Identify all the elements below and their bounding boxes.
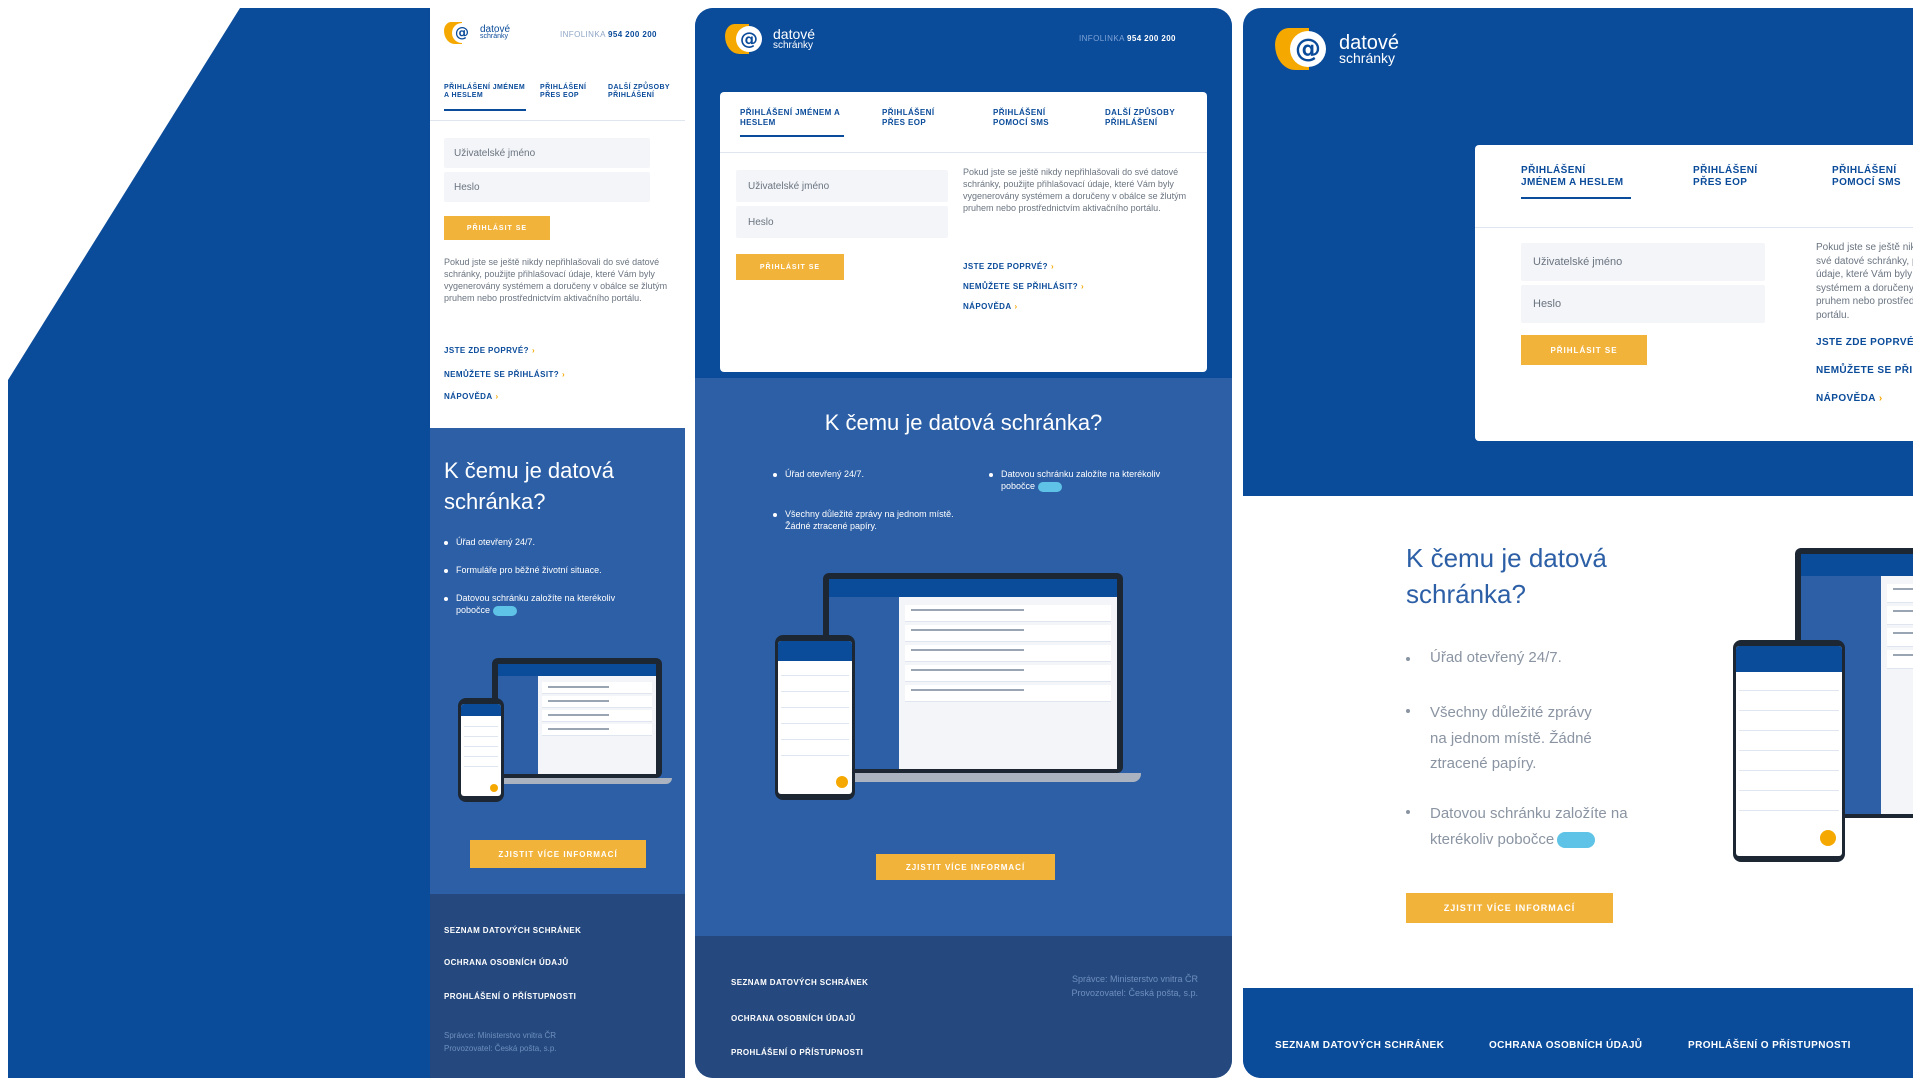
tablet-mockup: @ datové schránky INFOLINKA 954 200 200 … (695, 8, 1232, 1078)
tab-login-eop[interactable]: PŘIHLÁŠENÍ PŘES EOP (1693, 165, 1773, 189)
link-cannot-login[interactable]: NEMŮŽETE SE PŘIHLÁSIT?› (1816, 365, 1913, 376)
tablet-login-card: PŘIHLÁŠENÍ JMÉNEM A HESLEM PŘIHLÁŠENÍ PŘ… (720, 92, 1207, 372)
bullet-forms: Formuláře pro běžné životní situace. (444, 564, 666, 576)
bullet-messages: Všechny důležité zprávy na jednom místě.… (773, 508, 975, 532)
brand-line2: schránky (1339, 49, 1396, 66)
infolinka-label: INFOLINKA (1079, 34, 1125, 43)
footer-administrator: Správce: Ministerstvo vnitra ČR (1071, 974, 1198, 984)
password-field[interactable]: Heslo (1521, 285, 1765, 323)
infolinka-label: INFOLINKA (560, 30, 606, 39)
desktop-footer: SEZNAM DATOVÝCH SCHRÁNEK OCHRANA OSOBNÍC… (1243, 988, 1913, 1078)
mobile-footer: SEZNAM DATOVÝCH SCHRÁNEK OCHRANA OSOBNÍC… (430, 894, 685, 1078)
footer-notes: Správce: Ministerstvo vnitra ČR Provozov… (1071, 972, 1198, 1001)
brand-line2: schránky (480, 33, 509, 41)
more-info-button[interactable]: ZJISTIT VÍCE INFORMACÍ (470, 840, 646, 868)
link-first-time[interactable]: JSTE ZDE POPRVÉ?› (1816, 337, 1913, 348)
about-heading: K čemu je datová schránka? (824, 410, 1103, 435)
footer-link-accessibility[interactable]: PROHLÁŠENÍ O PŘÍSTUPNOSTI (731, 1048, 863, 1057)
footer-administrator: Správce: Ministerstvo vnitra ČR (444, 1031, 557, 1040)
link-help[interactable]: NÁPOVĚDA › (444, 392, 499, 401)
tab-login-name[interactable]: PŘIHLÁŠENÍ JMÉNEM A HESLEM (1521, 165, 1631, 199)
footer-operator: Provozovatel: Česká pošta, s.p. (444, 1043, 557, 1053)
infolinka-number: 954 200 200 (608, 30, 657, 39)
login-button[interactable]: PŘIHLÁSIT SE (736, 254, 844, 280)
username-field[interactable]: Uživatelské jméno (736, 170, 948, 202)
brand-line2: schránky (773, 39, 814, 51)
more-info-button[interactable]: ZJISTIT VÍCE INFORMACÍ (1406, 893, 1613, 923)
tab-login-eop[interactable]: PŘIHLÁŠENÍ PŘES EOP (882, 108, 952, 127)
tablet-footer: SEZNAM DATOVÝCH SCHRÁNEK OCHRANA OSOBNÍC… (695, 936, 1232, 1078)
czech-point-pill-icon (493, 605, 518, 616)
desktop-about-section: K čemu je datová schránka? Úřad otevřený… (1243, 496, 1913, 988)
link-first-time[interactable]: JSTE ZDE POPRVÉ?› (444, 346, 535, 355)
showcase-canvas: @ datové schránky INFOLINKA 954 200 200 … (0, 0, 1913, 1078)
czech-point-pill-icon (1038, 481, 1063, 492)
login-button[interactable]: PŘIHLÁSIT SE (444, 216, 550, 240)
footer-notes: Správce: Ministerstvo vnitra ČR Provozov… (444, 1030, 557, 1056)
link-cannot-login[interactable]: NEMŮŽETE SE PŘIHLÁSIT?› (444, 370, 565, 379)
login-button[interactable]: PŘIHLÁSIT SE (1521, 335, 1647, 365)
czech-point-pill-icon (1557, 831, 1596, 848)
desktop-login-card: PŘIHLÁŠENÍ JMÉNEM A HESLEM PŘIHLÁŠENÍ PŘ… (1475, 145, 1913, 441)
footer-link-list[interactable]: SEZNAM DATOVÝCH SCHRÁNEK (1275, 1040, 1444, 1051)
desktop-mockup: @ datové schránky PŘIHLÁŠENÍ JMÉNEM A HE… (1243, 8, 1913, 1078)
password-field[interactable]: Heslo (736, 206, 948, 238)
bullet-messages: Všechny důležité zprávy na jednom místě.… (1406, 700, 1600, 777)
bullet-office: Úřad otevřený 24/7. (1406, 648, 1650, 668)
login-info-text: Pokud jste se ještě nikdy nepřihlašovali… (963, 167, 1187, 214)
tablet-logo[interactable]: @ datové schránky (725, 24, 815, 54)
link-help[interactable]: NÁPOVĚDA › (1816, 393, 1883, 404)
username-field[interactable]: Uživatelské jméno (1521, 243, 1765, 281)
device-illustration (775, 573, 1155, 808)
more-info-button[interactable]: ZJISTIT VÍCE INFORMACÍ (876, 854, 1055, 880)
footer-link-privacy[interactable]: OCHRANA OSOBNÍCH ÚDAJŮ (731, 1014, 856, 1023)
footer-link-list[interactable]: SEZNAM DATOVÝCH SCHRÁNEK (444, 926, 581, 935)
device-illustration (1733, 548, 1913, 868)
at-sign-logo-icon: @ (1275, 28, 1333, 70)
brand-line1: datové (773, 26, 816, 43)
mobile-infolinka[interactable]: INFOLINKA 954 200 200 (560, 30, 657, 39)
tab-login-sms[interactable]: PŘIHLÁŠENÍ POMOCÍ SMS (993, 108, 1073, 127)
tab-login-other[interactable]: DALŠÍ ZPŮSOBY PŘIHLÁŠENÍ (608, 84, 680, 101)
bullet-branch: Datovou schránku založíte na kterékoliv … (444, 592, 616, 616)
brand-line1: datové (1339, 31, 1400, 54)
desktop-logo[interactable]: @ datové schránky (1275, 28, 1399, 70)
bullet-office: Úřad otevřený 24/7. (773, 468, 945, 480)
footer-link-accessibility[interactable]: PROHLÁŠENÍ O PŘÍSTUPNOSTI (444, 992, 576, 1001)
password-field[interactable]: Heslo (444, 172, 650, 202)
infolinka-number: 954 200 200 (1127, 34, 1176, 43)
about-heading: K čemu je datová schránka? (1406, 543, 1607, 610)
footer-operator: Provozovatel: Česká pošta, s.p. (1071, 988, 1198, 999)
tab-login-name[interactable]: PŘIHLÁŠENÍ JMÉNEM A HESLEM (740, 108, 844, 138)
tab-login-sms[interactable]: PŘIHLÁŠENÍ POMOCÍ SMS (1832, 165, 1912, 189)
link-first-time[interactable]: JSTE ZDE POPRVÉ?› (963, 262, 1054, 271)
login-info-text: Pokud jste se ještě nikdy nepřihlašovali… (1816, 242, 1913, 321)
mobile-logo[interactable]: @ datové schránky (444, 22, 510, 44)
tab-login-other[interactable]: DALŠÍ ZPŮSOBY PŘIHLÁŠENÍ (1105, 108, 1195, 127)
mobile-mockup: @ datové schránky INFOLINKA 954 200 200 … (430, 8, 685, 1078)
bullet-office: Úřad otevřený 24/7. (444, 536, 666, 548)
device-illustration (446, 658, 672, 806)
at-sign-logo-icon: @ (725, 24, 767, 54)
mobile-tabs: PŘIHLÁŠENÍ JMÉNEM A HESLEM PŘIHLÁŠENÍ PŘ… (430, 74, 685, 121)
at-sign-logo-icon: @ (444, 22, 474, 44)
about-heading: K čemu je datová schránka? (444, 458, 614, 514)
footer-link-privacy[interactable]: OCHRANA OSOBNÍCH ÚDAJŮ (444, 958, 569, 967)
mobile-login-card: @ datové schránky INFOLINKA 954 200 200 … (430, 8, 685, 428)
tab-login-eop[interactable]: PŘIHLÁŠENÍ PŘES EOP (540, 84, 596, 101)
username-field[interactable]: Uživatelské jméno (444, 138, 650, 168)
footer-link-list[interactable]: SEZNAM DATOVÝCH SCHRÁNEK (731, 978, 868, 987)
link-cannot-login[interactable]: NEMŮŽETE SE PŘIHLÁSIT?› (963, 282, 1084, 291)
bullet-branch: Datovou schránku založíte na kterékoliv … (1406, 801, 1650, 852)
bullet-branch: Datovou schránku založíte na kterékoliv … (989, 468, 1171, 492)
tablet-infolinka[interactable]: INFOLINKA 954 200 200 (1079, 34, 1176, 43)
footer-link-privacy[interactable]: OCHRANA OSOBNÍCH ÚDAJŮ (1489, 1040, 1642, 1051)
footer-link-accessibility[interactable]: PROHLÁŠENÍ O PŘÍSTUPNOSTI (1688, 1040, 1851, 1051)
login-info-text: Pokud jste se ještě nikdy nepřihlašovali… (444, 257, 668, 304)
tab-login-name[interactable]: PŘIHLÁŠENÍ JMÉNEM A HESLEM (444, 84, 526, 111)
link-help[interactable]: NÁPOVĚDA › (963, 302, 1018, 311)
